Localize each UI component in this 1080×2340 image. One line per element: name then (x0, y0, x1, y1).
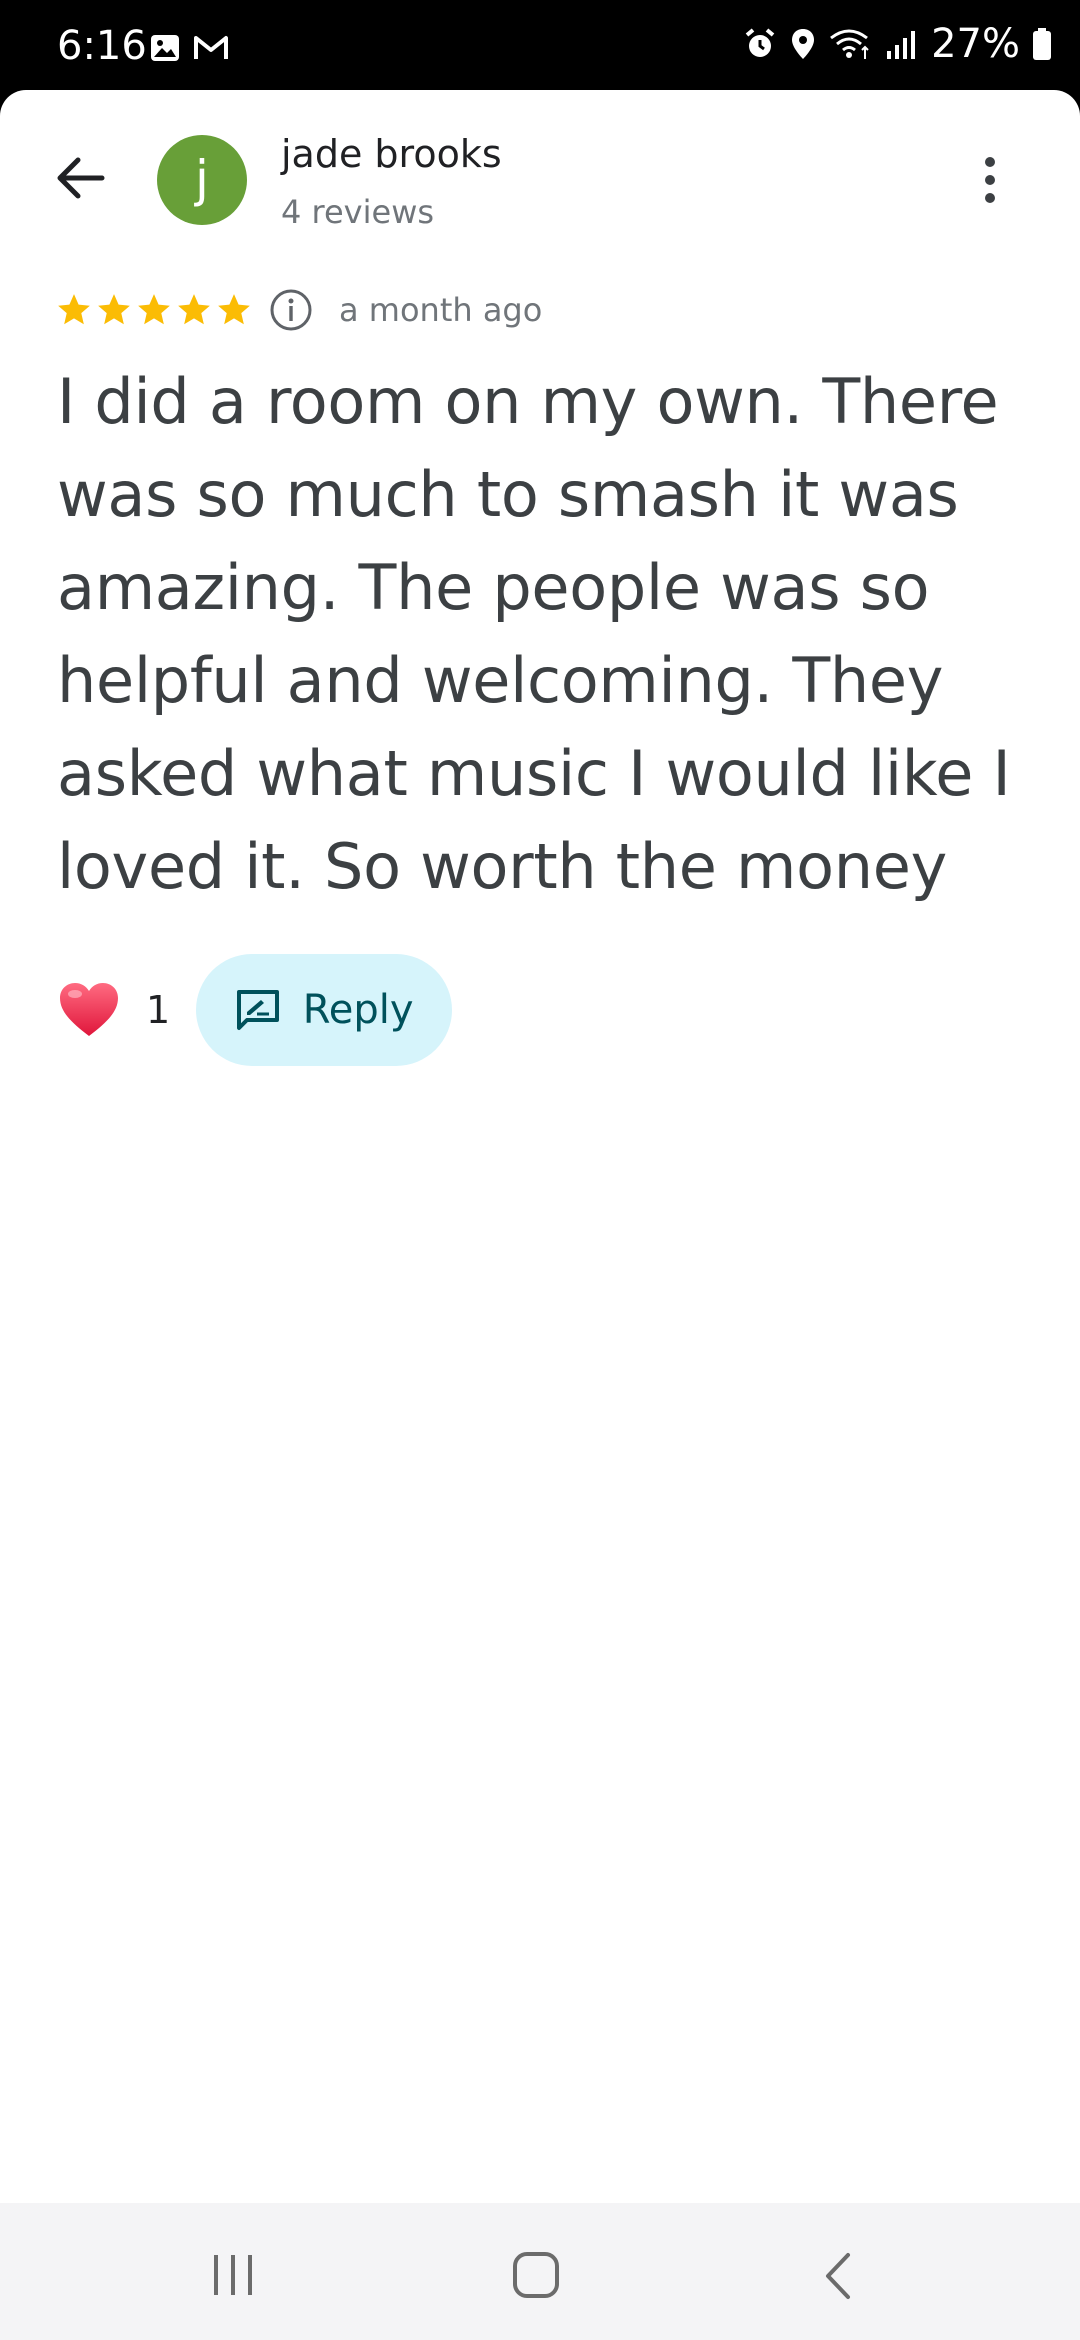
status-right: 27% (743, 24, 1052, 64)
notification-icons (149, 32, 229, 64)
star-icon (138, 294, 170, 325)
like-count: 1 (146, 988, 171, 1032)
heart-icon[interactable] (58, 981, 120, 1039)
back-arrow-icon[interactable] (50, 148, 110, 208)
review-date: a month ago (339, 291, 543, 329)
star-icon (58, 294, 90, 325)
recents-icon[interactable] (210, 2253, 256, 2297)
star-icon (98, 294, 130, 325)
reply-icon (236, 990, 279, 1030)
author-name[interactable]: jade brooks (281, 132, 502, 176)
signal-icon (887, 31, 916, 59)
wifi-icon (830, 29, 869, 59)
rating-row: a month ago (55, 288, 542, 332)
reply-label: Reply (302, 987, 414, 1033)
location-icon (792, 29, 815, 59)
home-icon[interactable] (512, 2251, 560, 2299)
more-vert-icon[interactable] (970, 152, 1010, 208)
alarm-icon (745, 28, 775, 57)
star-icon (218, 294, 250, 325)
nav-back-icon[interactable] (822, 2251, 854, 2301)
battery-icon (1033, 28, 1051, 60)
gmail-icon (194, 36, 228, 59)
gallery-icon (151, 35, 179, 61)
battery-percent: 27% (931, 21, 1020, 67)
system-nav-bar (0, 2203, 1080, 2340)
review-text: I did a room on my own. There was so muc… (57, 365, 1011, 903)
status-bar: 6:16 27% (0, 0, 1080, 90)
star-icon (178, 294, 210, 325)
avatar[interactable]: j (157, 135, 247, 225)
status-time: 6:16 (57, 23, 147, 69)
star-rating (55, 291, 253, 329)
author-review-count: 4 reviews (281, 193, 435, 231)
reply-button[interactable]: Reply (196, 954, 453, 1066)
reaction-row: 1 Reply (58, 954, 453, 1066)
info-icon[interactable] (269, 288, 313, 332)
